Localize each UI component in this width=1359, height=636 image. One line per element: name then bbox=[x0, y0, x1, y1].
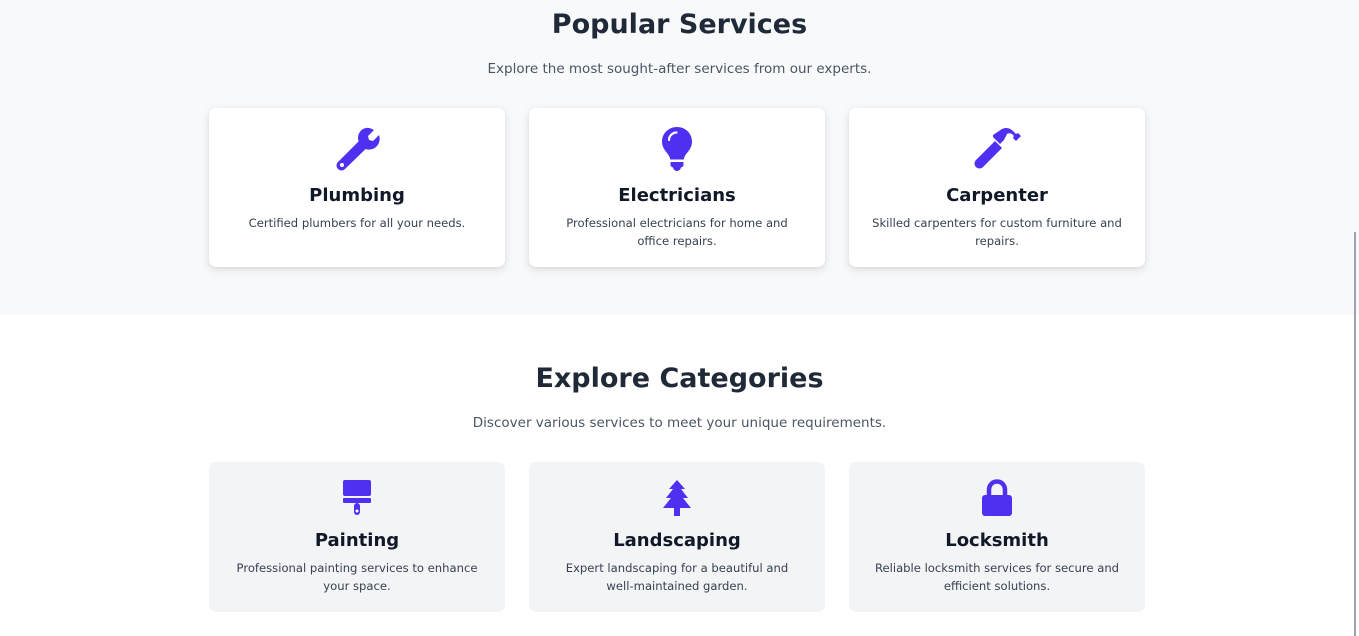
card-title: Plumbing bbox=[309, 185, 405, 206]
service-card-carpenter[interactable]: Carpenter Skilled carpenters for custom … bbox=[849, 108, 1145, 267]
card-description: Expert landscaping for a beautiful and w… bbox=[565, 561, 789, 593]
card-description: Reliable locksmith services for secure a… bbox=[874, 561, 1120, 593]
card-description: Professional painting services to enhanc… bbox=[236, 561, 478, 593]
card-title: Painting bbox=[314, 530, 400, 551]
lightbulb-icon bbox=[529, 125, 825, 173]
category-card-painting[interactable]: Painting Professional painting services … bbox=[209, 462, 505, 612]
hammer-icon bbox=[849, 125, 1145, 173]
card-description: Certified plumbers for all your needs. bbox=[248, 216, 466, 230]
card-description: Professional electricians for home and o… bbox=[566, 216, 788, 248]
explore-categories-subtitle: Discover various services to meet your u… bbox=[472, 415, 887, 431]
card-title: Carpenter bbox=[946, 185, 1048, 206]
explore-categories-title: Explore Categories bbox=[535, 363, 824, 394]
service-card-plumbing[interactable]: Plumbing Certified plumbers for all your… bbox=[209, 108, 505, 267]
card-title: Locksmith bbox=[945, 530, 1049, 551]
tree-icon bbox=[529, 479, 825, 517]
lock-icon bbox=[849, 479, 1145, 517]
scrollbar[interactable] bbox=[1354, 232, 1356, 636]
wrench-icon bbox=[209, 125, 505, 173]
category-card-landscaping[interactable]: Landscaping Expert landscaping for a bea… bbox=[529, 462, 825, 612]
card-title: Electricians bbox=[618, 185, 736, 206]
popular-services-subtitle: Explore the most sought-after services f… bbox=[487, 61, 872, 77]
category-card-locksmith[interactable]: Locksmith Reliable locksmith services fo… bbox=[849, 462, 1145, 612]
popular-services-title: Popular Services bbox=[551, 9, 808, 40]
popular-services-section: Popular Services Explore the most sought… bbox=[0, 0, 1359, 315]
paint-roller-icon bbox=[209, 479, 505, 517]
card-title: Landscaping bbox=[613, 530, 741, 551]
service-card-electricians[interactable]: Electricians Professional electricians f… bbox=[529, 108, 825, 267]
explore-categories-section: Explore Categories Discover various serv… bbox=[0, 315, 1359, 636]
card-description: Skilled carpenters for custom furniture … bbox=[872, 216, 1122, 248]
